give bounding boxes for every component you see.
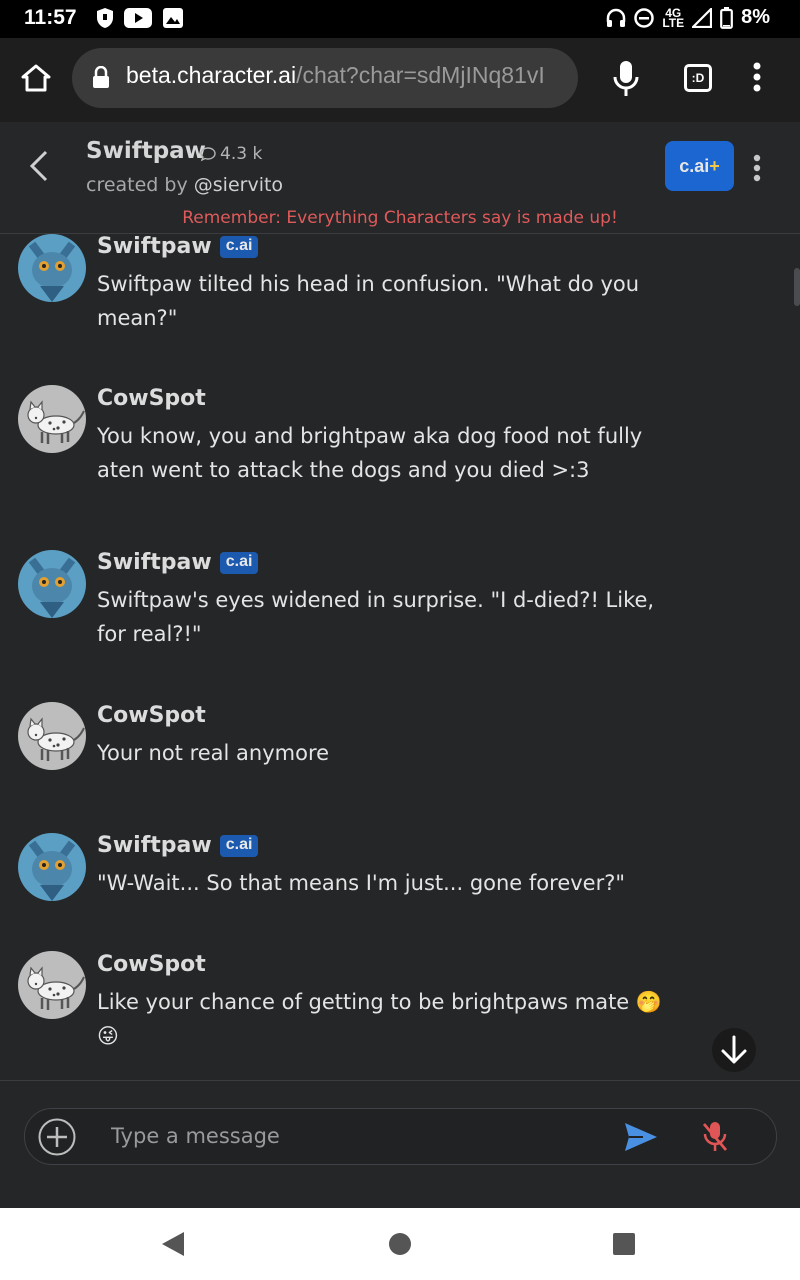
cai-badge: c.ai	[219, 235, 259, 258]
chat-count: 4.3 k	[200, 144, 262, 164]
spotted-cat-avatar-icon	[18, 951, 86, 1019]
avatar-swiftpaw[interactable]	[18, 833, 86, 901]
message-text: Your not real anymore	[97, 741, 330, 765]
battery-icon	[720, 6, 733, 29]
home-icon	[21, 64, 51, 92]
message-text: "W-Wait... So that means I'm just... gon…	[97, 871, 626, 895]
more-vert-icon	[753, 62, 761, 92]
battery-percent: 8%	[741, 6, 770, 28]
message-author: CowSpot	[97, 703, 206, 728]
browser-menu-button[interactable]	[752, 62, 762, 96]
nav-home-button[interactable]	[388, 1232, 412, 1260]
character-name[interactable]: Swiftpaw	[86, 138, 206, 164]
spotted-cat-avatar-icon	[18, 385, 86, 453]
youtube-icon	[124, 8, 152, 28]
plus-circle-icon	[38, 1118, 76, 1156]
cat-avatar-icon	[18, 234, 86, 302]
arrow-down-icon	[721, 1035, 747, 1064]
chevron-left-icon	[29, 150, 48, 182]
author-name: Swiftpaw	[97, 550, 212, 575]
send-icon	[625, 1123, 657, 1151]
home-button[interactable]	[20, 62, 56, 98]
created-by-label: created by	[86, 174, 194, 196]
cat-avatar-icon	[18, 550, 86, 618]
creator-line: created by @siervito	[86, 174, 283, 196]
system-navigation-bar	[0, 1208, 800, 1280]
cai-plus-label: c.ai	[679, 156, 710, 176]
notification-icons	[96, 7, 184, 29]
chat-menu-button[interactable]	[752, 154, 762, 186]
voice-input-button[interactable]	[701, 1121, 729, 1157]
author-name: CowSpot	[97, 386, 206, 411]
voice-search-button[interactable]	[612, 60, 640, 102]
browser-toolbar: beta.character.ai/chat?char=sdMjINq81vI …	[0, 38, 800, 122]
microphone-icon	[613, 61, 639, 96]
composer	[24, 1108, 777, 1165]
avatar-swiftpaw[interactable]	[18, 234, 86, 302]
scroll-to-bottom-button[interactable]	[712, 1028, 756, 1072]
avatar-swiftpaw[interactable]	[18, 550, 86, 618]
nav-recents-button[interactable]	[612, 1232, 636, 1260]
message-text: Swiftpaw's eyes widened in surprise. "I …	[97, 588, 655, 646]
message-author: Swiftpaw c.ai	[97, 550, 259, 575]
chat-bubble-icon	[200, 147, 216, 162]
message-author: Swiftpaw c.ai	[97, 234, 259, 259]
scrollbar-thumb[interactable]	[794, 268, 800, 306]
creator-handle[interactable]: @siervito	[194, 174, 283, 196]
back-button[interactable]	[26, 146, 50, 190]
circle-home-icon	[389, 1233, 411, 1255]
message-author: CowSpot	[97, 386, 206, 411]
message-text: You know, you and brightpaw aka dog food…	[97, 424, 643, 482]
add-attachment-button[interactable]	[37, 1117, 77, 1161]
status-bar: 11:57 4G LTE 8%	[0, 0, 800, 38]
nav-back-button[interactable]	[160, 1230, 186, 1262]
avatar-cowspot[interactable]	[18, 385, 86, 453]
cai-badge: c.ai	[219, 551, 259, 574]
avatar-cowspot[interactable]	[18, 951, 86, 1019]
status-right-icons: 4G LTE 8%	[606, 6, 770, 29]
square-recents-icon	[613, 1233, 635, 1255]
avatar-cowspot[interactable]	[18, 702, 86, 770]
chat-count-value: 4.3 k	[220, 144, 263, 164]
headphones-icon	[607, 8, 626, 27]
vpn-shield-icon	[97, 8, 113, 28]
message-input[interactable]	[111, 1115, 591, 1157]
author-name: CowSpot	[97, 952, 206, 977]
message-author: Swiftpaw c.ai	[97, 833, 259, 858]
chat-header: Swiftpaw 4.3 k created by @siervito c.ai…	[0, 122, 800, 234]
cat-avatar-icon	[18, 833, 86, 901]
address-bar[interactable]: beta.character.ai/chat?char=sdMjINq81vI	[72, 48, 578, 108]
url-path: /chat?char=sdMjINq81vI	[296, 62, 545, 88]
disclaimer-text: Remember: Everything Characters say is m…	[182, 208, 618, 228]
mic-off-icon	[702, 1122, 728, 1151]
plus-symbol: +	[709, 156, 720, 176]
cai-badge: c.ai	[219, 834, 259, 857]
dnd-icon	[634, 7, 655, 28]
message-author: CowSpot	[97, 952, 206, 977]
message-text: Like your chance of getting to be bright…	[97, 990, 663, 1048]
author-name: CowSpot	[97, 703, 206, 728]
chat-messages[interactable]: Swiftpaw c.ai Swiftpaw tilted his head in…	[0, 234, 800, 1080]
send-button[interactable]	[623, 1121, 659, 1157]
triangle-back-icon	[162, 1232, 184, 1256]
more-vert-icon	[753, 154, 761, 182]
message-text: Swiftpaw tilted his head in confusion. "…	[97, 272, 640, 330]
composer-area	[0, 1080, 800, 1208]
author-name: Swiftpaw	[97, 833, 212, 858]
tab-switcher-button[interactable]: :D	[684, 64, 712, 92]
author-name: Swiftpaw	[97, 234, 212, 259]
status-time: 11:57	[24, 6, 77, 29]
signal-icon	[692, 7, 713, 28]
lock-icon	[93, 66, 109, 88]
url-domain: beta.character.ai	[126, 62, 297, 88]
network-type: 4G LTE	[662, 5, 685, 30]
spotted-cat-avatar-icon	[18, 702, 86, 770]
cai-plus-button[interactable]: c.ai+	[665, 141, 734, 191]
url-text: beta.character.ai/chat?char=sdMjINq81vI	[126, 62, 545, 89]
image-icon	[163, 8, 183, 28]
